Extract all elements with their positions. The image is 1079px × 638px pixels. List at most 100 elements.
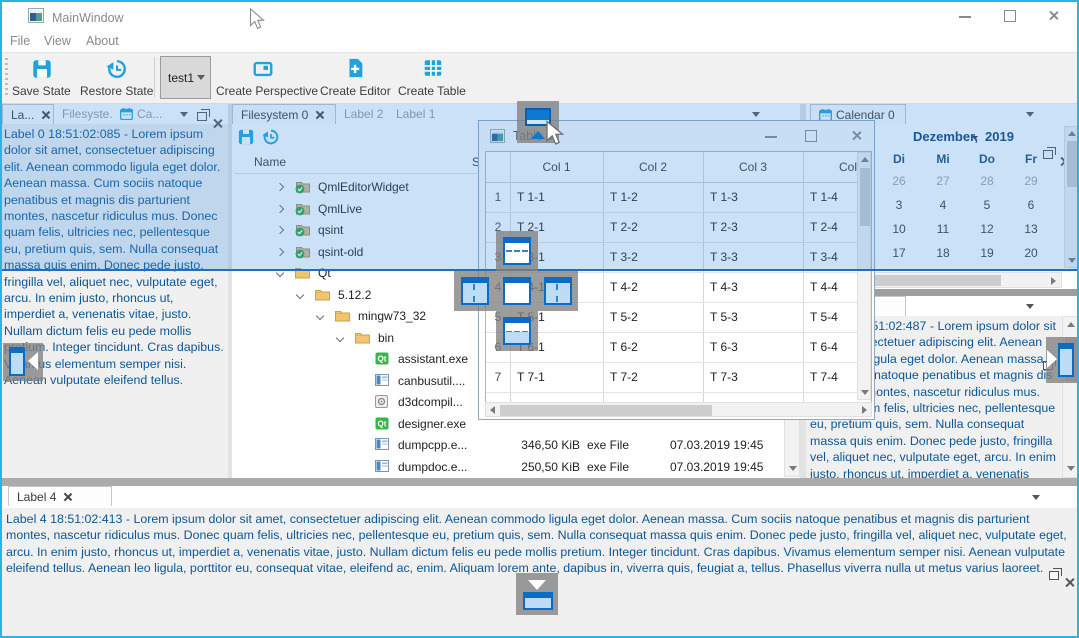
maximize-button[interactable] (1004, 10, 1016, 22)
tab-ca-[interactable]: Ca... (112, 104, 170, 124)
tree-expand-icon[interactable] (276, 205, 284, 213)
table-column-header[interactable]: Col 1 (510, 152, 603, 182)
table-cell[interactable]: T 1-1 (510, 182, 603, 212)
left-close-icon[interactable] (213, 118, 223, 128)
tab-filesyste-[interactable]: Filesyste... (54, 104, 112, 124)
calendar-date[interactable]: 26 (877, 174, 921, 188)
create-table-button[interactable]: Create Table (398, 56, 464, 98)
perspective-combo[interactable]: test1 (160, 56, 211, 99)
tab-close-icon[interactable] (41, 111, 49, 119)
tab-close-icon[interactable] (63, 493, 71, 501)
scroll-up-icon[interactable] (861, 157, 869, 162)
calendar-date[interactable]: 7 (1053, 198, 1064, 212)
drop-edge-bottom-indicator[interactable] (516, 573, 558, 615)
drop-center-indicator[interactable] (496, 271, 538, 311)
tree-item[interactable]: dumpcpp.e...346,50 KiBexe File07.03.2019… (234, 435, 800, 456)
drop-top-indicator[interactable] (496, 231, 538, 271)
svg-text:Qt: Qt (378, 419, 387, 428)
create-perspective-button[interactable]: Create Perspective (216, 56, 312, 98)
drop-left-indicator[interactable] (454, 271, 496, 311)
table-cell[interactable]: T 4-3 (703, 272, 803, 302)
calendar-date[interactable]: 21 (1053, 246, 1064, 260)
table-cell[interactable]: T 5-2 (603, 302, 703, 332)
table-maximize-button[interactable] (805, 130, 817, 142)
table-cell[interactable]: T 2-2 (603, 212, 703, 242)
calendar-date[interactable]: 13 (1009, 222, 1053, 236)
calendar-date[interactable]: 14 (1053, 222, 1064, 236)
calendar-date[interactable]: 6 (1009, 198, 1053, 212)
drop-bottom-indicator[interactable] (496, 311, 538, 351)
table-cell[interactable]: T 4-2 (603, 272, 703, 302)
table-column-header[interactable]: Col 3 (703, 152, 803, 182)
tree-expand-icon[interactable] (276, 248, 284, 256)
table-hscrollbar[interactable] (485, 402, 872, 417)
table-close-button[interactable] (851, 130, 862, 141)
menu-item-about[interactable]: About (86, 34, 119, 48)
label5-tabs-menu-icon[interactable] (1026, 304, 1034, 309)
calendar-date[interactable]: 4 (921, 198, 965, 212)
table-cell[interactable]: T 7-2 (603, 362, 703, 392)
table-cell[interactable]: T 7-1 (510, 362, 603, 392)
left-tabs-menu-icon[interactable] (180, 112, 188, 117)
calendar-date[interactable]: 29 (1009, 174, 1053, 188)
minimize-button[interactable] (959, 16, 971, 18)
calendar-date[interactable]: 10 (877, 222, 921, 236)
label4-tabs-menu-icon[interactable] (1032, 495, 1040, 500)
drop-edge-left-indicator[interactable] (3, 343, 43, 381)
splitter-bottom[interactable] (2, 478, 1077, 486)
calendar-date[interactable]: 3 (877, 198, 921, 212)
calendar-date[interactable]: 12 (965, 222, 1009, 236)
menu-item-file[interactable]: File (10, 34, 30, 48)
table-cell[interactable]: T 3-3 (703, 242, 803, 272)
chevron-down-icon[interactable] (972, 136, 978, 140)
calendar-vscrollbar[interactable] (1064, 126, 1078, 268)
tab-la-[interactable]: La... (2, 104, 54, 124)
tree-expand-icon[interactable] (276, 183, 284, 191)
title-bar[interactable]: MainWindow (2, 2, 1077, 30)
calendar-date[interactable]: 27 (921, 174, 965, 188)
table-vscrollbar[interactable] (857, 152, 871, 400)
restore-state-button[interactable]: Restore State (78, 56, 150, 98)
toolbar-grip[interactable] (5, 58, 8, 96)
scroll-thumb[interactable] (860, 168, 870, 226)
calendar-year-label[interactable]: 2019 (985, 129, 1014, 144)
calendar-date[interactable]: 30 (1053, 174, 1064, 188)
tree-collapse-icon[interactable] (316, 312, 324, 320)
tree-collapse-icon[interactable] (276, 269, 284, 277)
drop-right-indicator[interactable] (538, 271, 578, 311)
close-button[interactable] (1048, 10, 1059, 21)
table-cell[interactable]: T 6-3 (703, 332, 803, 362)
menu-item-view[interactable]: View (44, 34, 71, 48)
table-row-number[interactable]: 7 (486, 362, 510, 392)
table-cell[interactable]: T 6-2 (603, 332, 703, 362)
calendar-date[interactable]: 28 (965, 174, 1009, 188)
calendar-date[interactable]: 17 (877, 246, 921, 260)
save-state-button[interactable]: Save State (14, 56, 74, 98)
calendar-tabs-menu-icon[interactable] (1026, 112, 1034, 117)
table-cell[interactable]: T 7-3 (703, 362, 803, 392)
table-cell[interactable]: T 1-2 (603, 182, 703, 212)
left-float-icon[interactable] (197, 112, 207, 121)
tree-collapse-icon[interactable] (336, 334, 344, 342)
calendar-date[interactable]: 20 (1009, 246, 1053, 260)
table-cell[interactable]: T 3-2 (603, 242, 703, 272)
calendar-date[interactable]: 11 (921, 222, 965, 236)
calendar-date[interactable]: 5 (965, 198, 1009, 212)
create-editor-button[interactable]: Create Editor (320, 56, 388, 98)
calendar-date[interactable]: 18 (921, 246, 965, 260)
tree-expand-icon[interactable] (276, 226, 284, 234)
calendar-month-label[interactable]: Dezember, (913, 129, 978, 144)
calendar-date[interactable]: 19 (965, 246, 1009, 260)
tree-item-label: dumpcpp.e... (398, 438, 467, 452)
tab-label-4[interactable]: Label 4 (8, 486, 112, 506)
tree-collapse-icon[interactable] (296, 291, 304, 299)
table-row-number[interactable]: 1 (486, 182, 510, 212)
table-column-header[interactable]: Col 2 (603, 152, 703, 182)
table-cell[interactable]: T 5-3 (703, 302, 803, 332)
drop-edge-right-indicator[interactable] (1046, 337, 1079, 383)
table-cell[interactable]: T 2-3 (703, 212, 803, 242)
table-cell[interactable]: T 1-3 (703, 182, 803, 212)
scroll-down-icon[interactable] (861, 390, 869, 395)
tree-item[interactable]: dumpdoc.e...250,50 KiBexe File07.03.2019… (234, 457, 800, 477)
table-minimize-button[interactable] (765, 136, 777, 138)
